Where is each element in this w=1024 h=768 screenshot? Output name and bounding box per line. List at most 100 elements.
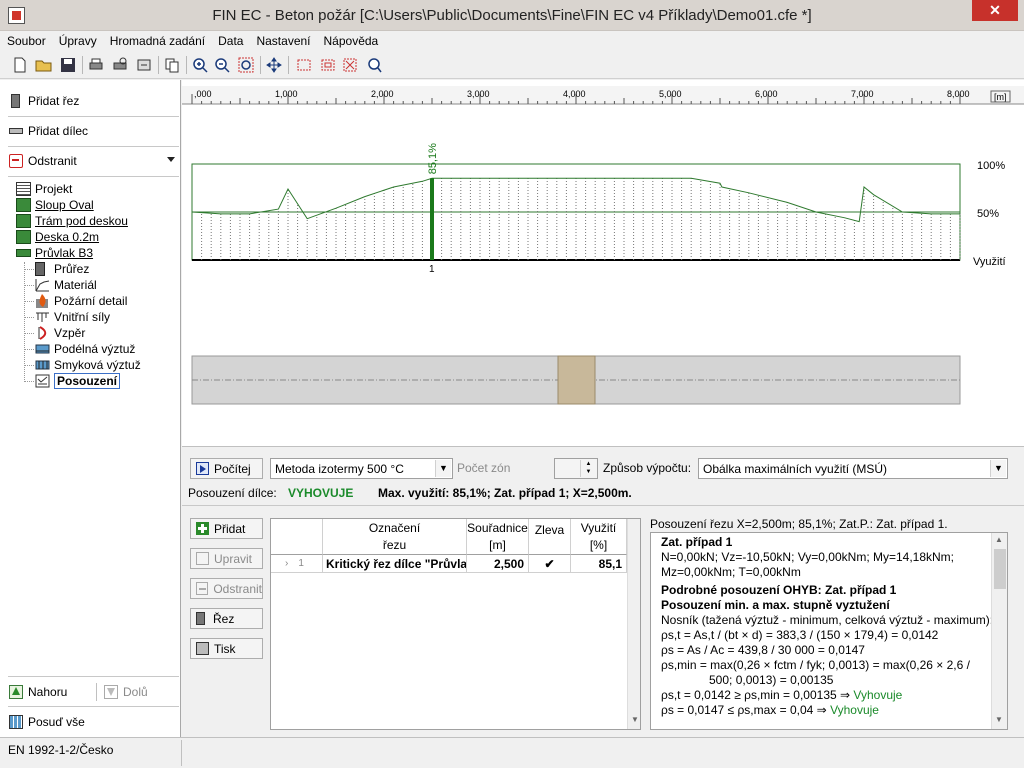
menu-upravy[interactable]: Úpravy <box>52 31 103 48</box>
x-tick-label: 8,000 <box>947 89 970 99</box>
buckling-icon <box>35 326 50 340</box>
menu-data[interactable]: Data <box>211 31 249 48</box>
zoom-window-icon[interactable] <box>236 55 256 75</box>
standard-status: EN 1992-1-2/Česko <box>8 743 114 757</box>
check-icon <box>35 374 50 388</box>
window-title: FIN EC - Beton požár [C:\Users\Public\Do… <box>212 7 812 24</box>
chevron-down-icon: ▼ <box>990 460 1006 477</box>
move-up-button[interactable]: Nahoru <box>9 680 99 704</box>
zones-label: Počet zón <box>457 461 511 475</box>
column-header-utilization[interactable]: Využití [%] <box>571 519 627 555</box>
slab-icon <box>16 230 31 244</box>
new-icon[interactable] <box>10 55 30 75</box>
toolbar <box>0 51 1024 79</box>
copy-icon[interactable] <box>162 55 182 75</box>
save-icon[interactable] <box>58 55 78 75</box>
result-scrollbar[interactable]: ▲ ▼ <box>991 533 1007 729</box>
calculate-button[interactable]: Počítej <box>190 458 263 479</box>
method-select[interactable]: Metoda izotermy 500 °C ▼ <box>270 458 453 479</box>
project-icon <box>16 182 31 196</box>
table-scrollbar[interactable]: ▼ <box>627 519 640 729</box>
ref-label-100: 100% <box>977 160 1005 172</box>
critical-section-label: 85,1% <box>427 143 439 174</box>
delete-button[interactable]: Odstranit <box>190 578 263 599</box>
add-member-button[interactable]: Přidat dílec <box>9 119 179 143</box>
tree-item-vnitrni-sily[interactable]: Vnitřní síly <box>35 309 110 325</box>
menu-napoveda[interactable]: Nápověda <box>317 31 385 48</box>
tree-item-deska[interactable]: Deska 0.2m <box>16 229 99 245</box>
plus-icon <box>196 522 209 535</box>
x-tick-label: 1,000 <box>275 89 298 99</box>
beam-icon <box>16 214 31 228</box>
zoom-out-icon[interactable] <box>212 55 232 75</box>
tree-item-projekt[interactable]: Projekt <box>16 181 72 197</box>
menu-bar: Soubor Úpravy Hromadná zadání Data Nastavení… <box>0 31 1024 51</box>
chevron-down-icon[interactable] <box>167 157 175 162</box>
member-check-info: Max. využití: 85,1%; Zat. případ 1; X=2,… <box>378 486 632 500</box>
add-section-button[interactable]: Přidat řez <box>9 89 179 113</box>
export-icon[interactable] <box>134 55 154 75</box>
section-button[interactable]: Řez <box>190 608 263 629</box>
scrollbar-thumb[interactable] <box>994 549 1006 589</box>
girder-icon <box>16 249 31 257</box>
tree-item-sloup-oval[interactable]: Sloup Oval <box>16 197 94 213</box>
tree-item-smykova-vyztuz[interactable]: Smyková výztuž <box>35 357 141 373</box>
print-icon[interactable] <box>86 55 106 75</box>
zoom-previous-icon[interactable] <box>364 55 384 75</box>
zoom-extents-icon[interactable] <box>340 55 360 75</box>
add-button[interactable]: Přidat <box>190 518 263 539</box>
open-icon[interactable] <box>34 55 54 75</box>
tree-item-material[interactable]: Materiál <box>35 277 97 293</box>
row-left-checkmark[interactable]: ✔ <box>529 555 571 573</box>
table-row[interactable]: › 1 <box>271 555 323 573</box>
zones-spinner[interactable]: ▲ ▼ <box>554 458 598 479</box>
tree-item-posouzeni[interactable]: Posouzení <box>35 373 121 389</box>
column-header-coordinate[interactable]: Souřadnice [m] <box>467 519 529 555</box>
zoom-in-icon[interactable] <box>190 55 210 75</box>
move-down-button[interactable]: Dolů <box>104 680 174 704</box>
calculation-way-select[interactable]: Obálka maximálních využití (MSÚ) ▼ <box>698 458 1008 479</box>
tree-item-vzper[interactable]: Vzpěr <box>35 325 85 341</box>
column-header-left[interactable]: Zleva <box>529 519 571 555</box>
chevron-up-icon[interactable]: ▲ <box>995 535 1003 544</box>
x-tick-label: 4,000 <box>563 89 586 99</box>
pan-icon[interactable] <box>264 55 284 75</box>
menu-nastaveni[interactable]: Nastavení <box>249 31 316 48</box>
longitudinal-reinforcement-icon <box>35 342 50 356</box>
row-coordinate-cell[interactable]: 2,500 <box>467 555 529 573</box>
edit-button[interactable]: Upravit <box>190 548 263 569</box>
row-name-cell[interactable]: Kritický řez dílce "Průvla <box>323 555 467 573</box>
y-axis-label: Využití <box>973 256 1006 268</box>
print-preview-icon[interactable] <box>110 55 130 75</box>
utilization-chart[interactable]: ,000 1,000 2,000 3,000 4,000 5,000 6,000 7,000 8… <box>182 80 1024 446</box>
check-all-icon <box>9 715 23 729</box>
chevron-down-icon[interactable]: ▼ <box>631 715 639 724</box>
tree-item-podelna-vyztuz[interactable]: Podélná výztuž <box>35 341 135 357</box>
x-tick-label: ,000 <box>194 89 212 99</box>
check-all-button[interactable]: Posuď vše <box>9 710 179 734</box>
tree-item-pruvlak-b3[interactable]: Průvlak B3 <box>16 245 93 261</box>
remove-icon <box>196 582 209 595</box>
view-1-icon[interactable] <box>294 55 314 75</box>
result-text[interactable]: Zat. případ 1 N=0,00kN; Vz=-10,50kN; Vy=… <box>650 532 1008 730</box>
column-header-name[interactable]: Označení řezu <box>323 519 467 555</box>
remove-button[interactable]: Odstranit <box>9 149 179 173</box>
row-utilization-cell[interactable]: 85,1 <box>571 555 627 573</box>
material-icon <box>35 278 50 292</box>
column-icon <box>16 198 31 212</box>
ruler-unit: [m] <box>994 92 1007 102</box>
menu-soubor[interactable]: Soubor <box>0 31 52 48</box>
critical-section-bar[interactable] <box>430 178 434 260</box>
print-button[interactable]: Tisk <box>190 638 263 659</box>
row-pointer-icon: › <box>285 558 289 569</box>
tree-item-tram-pod-deskou[interactable]: Trám pod deskou <box>16 213 128 229</box>
tree-item-pozarni-detail[interactable]: Požární detail <box>35 293 127 309</box>
menu-hromadna-zadani[interactable]: Hromadná zadání <box>103 31 211 48</box>
chevron-down-icon[interactable]: ▼ <box>995 715 1003 724</box>
support-column[interactable] <box>557 355 596 405</box>
section-icon <box>11 94 20 108</box>
sections-table[interactable]: Označení řezu Souřadnice [m] Zleva Využití… <box>270 518 641 730</box>
view-2-icon[interactable] <box>318 55 338 75</box>
close-button[interactable]: ✕ <box>972 0 1018 21</box>
tree-item-prurez[interactable]: Průřez <box>35 261 89 277</box>
